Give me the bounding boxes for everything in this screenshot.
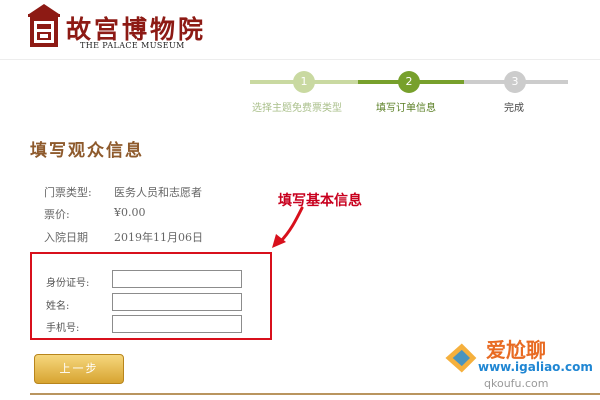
price-label: 票价: bbox=[44, 208, 70, 221]
palace-museum-emblem-icon bbox=[28, 4, 60, 47]
name-label: 姓名: bbox=[46, 301, 70, 312]
step-1-circle: 1 bbox=[293, 71, 315, 93]
watermark: 爱尬聊 www.igaliao.com qkoufu.com bbox=[438, 332, 598, 394]
price-value: ¥0.00 bbox=[114, 206, 146, 219]
step-3-circle: 3 bbox=[504, 71, 526, 93]
name-input[interactable] bbox=[112, 293, 242, 311]
phone-input[interactable] bbox=[112, 315, 242, 333]
previous-step-button[interactable]: 上一步 bbox=[34, 354, 124, 384]
logo-english-text: THE PALACE MUSEUM bbox=[80, 41, 185, 50]
step-2-label: 填写订单信息 bbox=[376, 103, 436, 114]
ticket-type-label: 门票类型: bbox=[44, 186, 92, 199]
phone-label: 手机号: bbox=[46, 323, 80, 334]
step-2-circle: 2 bbox=[398, 71, 420, 93]
red-arrow-icon bbox=[272, 206, 304, 248]
site-header: 故宫博物院 THE PALACE MUSEUM bbox=[0, 0, 600, 60]
page-title: 填写观众信息 bbox=[30, 141, 144, 161]
id-number-label: 身份证号: bbox=[46, 278, 90, 289]
watermark-url: www.igaliao.com bbox=[478, 360, 593, 374]
ticket-type-value: 医务人员和志愿者 bbox=[114, 186, 202, 199]
id-number-input[interactable] bbox=[112, 270, 242, 288]
watermark-text: 爱尬聊 bbox=[486, 338, 546, 362]
watermark-logo-icon bbox=[445, 343, 477, 373]
entry-date-label: 入院日期 bbox=[44, 231, 88, 244]
step-3-label: 完成 bbox=[504, 103, 524, 114]
entry-date-value: 2019年11月06日 bbox=[114, 231, 203, 244]
visitor-info-form: 身份证号: 姓名: 手机号: bbox=[30, 252, 272, 340]
watermark-sub: qkoufu.com bbox=[484, 377, 549, 390]
step-1-label: 选择主题免费票类型 bbox=[252, 103, 342, 114]
step-progress: 1 2 3 选择主题免费票类型 填写订单信息 完成 bbox=[250, 68, 570, 116]
